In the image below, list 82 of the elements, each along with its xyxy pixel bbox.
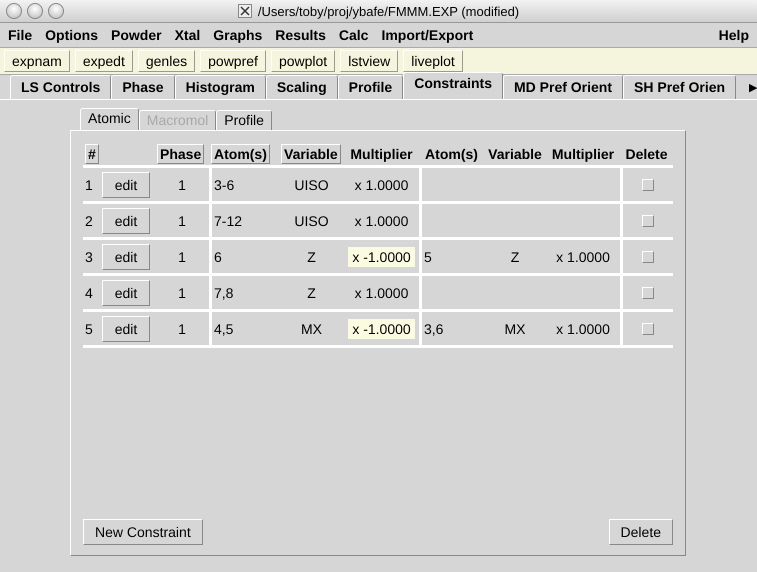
tab[interactable]: Phase [111, 75, 175, 99]
multiplier-field[interactable]: x -1.0000 [348, 246, 415, 266]
menu-item[interactable]: Import/Export [381, 27, 474, 43]
column-header-button[interactable]: Variable [281, 144, 341, 164]
table-cell: MX [504, 320, 526, 336]
delete-checkbox[interactable] [642, 286, 654, 298]
toolbar-button[interactable]: lstview [340, 50, 398, 72]
menu-item[interactable]: Xtal [174, 27, 200, 43]
menu-item[interactable]: Calc [338, 27, 368, 43]
table-cell: Z [510, 248, 520, 264]
menu-item[interactable]: Graphs [213, 27, 262, 43]
column-header: Multiplier [350, 146, 413, 162]
table-cell: 1 [178, 176, 186, 192]
table-cell: Z [307, 248, 316, 264]
edit-button[interactable]: edit [102, 244, 150, 270]
row-number: 2 [85, 212, 93, 228]
tab[interactable]: SH Pref Orien [623, 75, 736, 99]
column-header-button[interactable]: Phase [157, 144, 204, 164]
tab[interactable]: MD Pref Orient [503, 75, 624, 99]
column-header: Multiplier [552, 146, 614, 162]
multiplier-field[interactable]: x -1.0000 [348, 318, 415, 338]
table-cell: 3-6 [214, 176, 234, 192]
edit-button[interactable]: edit [102, 316, 150, 342]
menu-item[interactable]: Options [45, 27, 98, 43]
delete-checkbox[interactable] [642, 250, 654, 262]
table-cell-text: x 1.0000 [555, 320, 611, 338]
window-title: /Users/toby/proj/ybafe/FMMM.EXP (modified) [258, 4, 520, 18]
column-header: Variable [488, 146, 542, 162]
column-header-button[interactable]: Atom(s) [211, 144, 270, 164]
menu-item[interactable]: File [8, 27, 32, 43]
tab[interactable]: Scaling [266, 75, 338, 99]
edit-button[interactable]: edit [102, 208, 150, 234]
column-header-button[interactable]: # [85, 144, 99, 164]
table-cell: 1 [178, 248, 186, 264]
delete-checkbox[interactable] [642, 178, 654, 190]
row-number: 4 [85, 284, 93, 300]
table-cell: 6 [214, 248, 222, 264]
table-cell: 7,8 [214, 284, 234, 300]
menu-item[interactable]: Powder [111, 27, 162, 43]
zoom-button[interactable] [48, 3, 64, 19]
table-cell: 1 [178, 212, 186, 228]
toolbar-button[interactable]: powpref [200, 50, 266, 72]
multiplier-field[interactable]: x 1.0000 [350, 210, 412, 230]
row-number: 1 [85, 176, 93, 192]
delete-checkbox[interactable] [642, 322, 654, 334]
table-cell: 3,6 [424, 320, 444, 336]
table-cell: Z [307, 284, 316, 300]
toolbar-button[interactable]: expnam [4, 50, 70, 72]
toolbar-button[interactable]: powplot [270, 50, 336, 72]
table-cell: MX [301, 320, 322, 336]
row-number: 5 [85, 320, 93, 336]
table-cell: 4,5 [214, 320, 234, 336]
table-cell: 1 [178, 320, 186, 336]
tab[interactable]: LS Controls [10, 75, 112, 99]
table-cell: 5 [424, 248, 432, 264]
row-number: 3 [85, 248, 93, 264]
menu-item[interactable]: Results [275, 27, 326, 43]
delete-checkbox[interactable] [642, 214, 654, 226]
multiplier-field[interactable]: x 1.0000 [350, 174, 412, 194]
table-cell: 7-12 [214, 212, 242, 228]
column-header: Delete [625, 146, 668, 162]
toolbar-button[interactable]: liveplot [403, 50, 463, 72]
column-header: Atom(s) [425, 146, 478, 162]
toolbar-button[interactable]: expedt [74, 50, 133, 72]
tab[interactable]: Constraints [403, 72, 503, 99]
tab[interactable]: Profile [216, 110, 272, 130]
table-cell: UISO [294, 212, 329, 228]
tab[interactable]: Atomic [80, 108, 139, 130]
x-window-icon [238, 4, 252, 18]
table-cell-text: x 1.0000 [555, 248, 611, 266]
new-constraint-button[interactable]: New Constraint [83, 519, 203, 545]
close-button[interactable] [6, 3, 22, 19]
minimize-button[interactable] [27, 3, 43, 19]
table-cell: 1 [178, 284, 186, 300]
edit-button[interactable]: edit [102, 172, 150, 198]
menu-item[interactable]: Help [718, 27, 749, 43]
edit-button[interactable]: edit [102, 280, 150, 306]
multiplier-field[interactable]: x 1.0000 [350, 282, 412, 302]
table-cell: UISO [294, 176, 329, 192]
tab[interactable]: Histogram [174, 75, 266, 99]
toolbar-button[interactable]: genles [138, 50, 196, 72]
delete-button[interactable]: Delete [608, 519, 673, 545]
